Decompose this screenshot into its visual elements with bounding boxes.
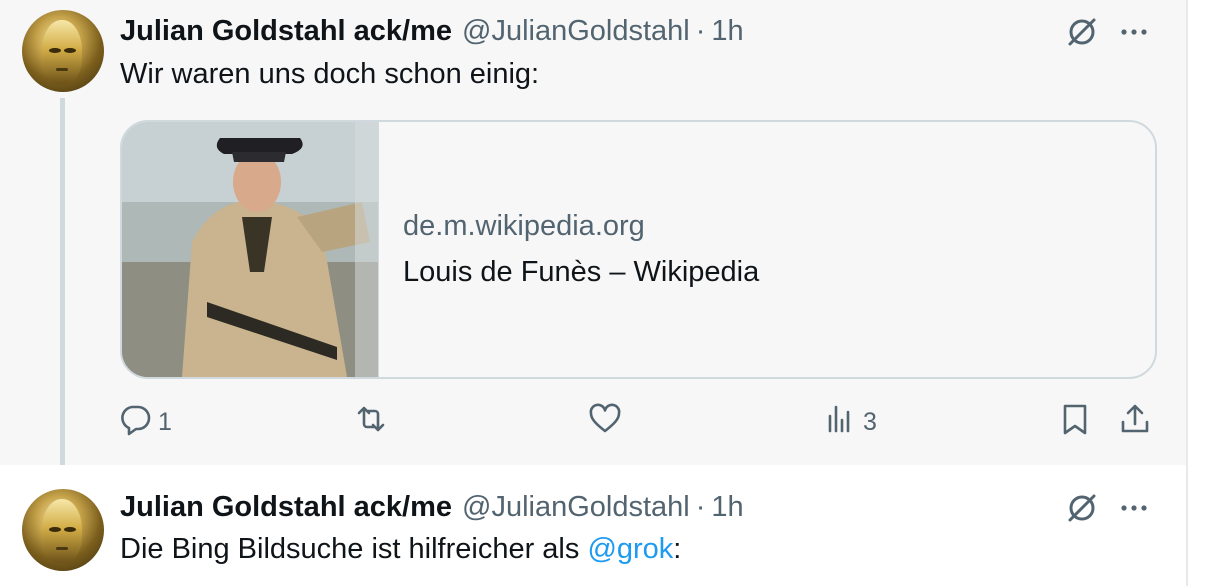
author-handle[interactable]: @JulianGoldstahl (462, 15, 690, 48)
retweet-icon (354, 402, 388, 443)
timeline-border (1186, 0, 1188, 586)
separator-dot: · (695, 490, 706, 523)
tweet-text: Wir waren uns doch schon einig: (120, 58, 540, 90)
like-button[interactable] (588, 402, 628, 442)
like-icon (588, 402, 622, 443)
tweet[interactable]: Julian Goldstahl ack/me @JulianGoldstahl… (0, 465, 1186, 586)
author-handle[interactable]: @JulianGoldstahl (462, 491, 690, 524)
link-card[interactable]: de.m.wikipedia.org Louis de Funès – Wiki… (120, 120, 1157, 379)
grok-icon[interactable] (1064, 490, 1100, 526)
share-button[interactable] (1118, 402, 1152, 442)
reply-button[interactable]: 1 (118, 402, 172, 442)
tweet-time[interactable]: 1h (711, 491, 743, 524)
tweet-time[interactable]: 1h (711, 15, 743, 48)
card-title: Louis de Funès – Wikipedia (403, 256, 760, 288)
tweet-header: Julian Goldstahl ack/me @JulianGoldstahl… (120, 489, 744, 525)
tweet-text-before: Die Bing Bildsuche ist hilfreicher als (120, 533, 588, 565)
more-icon[interactable] (1116, 14, 1152, 50)
tweet-text-after: : (673, 533, 682, 565)
author-name[interactable]: Julian Goldstahl ack/me (120, 15, 452, 48)
bookmark-icon (1058, 402, 1092, 443)
tweet[interactable]: Julian Goldstahl ack/me @JulianGoldstahl… (0, 0, 1186, 478)
views-button[interactable]: 3 (823, 402, 877, 442)
views-count: 3 (863, 407, 877, 436)
avatar[interactable] (22, 489, 104, 571)
tweet-header: Julian Goldstahl ack/me @JulianGoldstahl… (120, 13, 744, 49)
reply-icon (118, 402, 152, 443)
grok-icon[interactable] (1064, 14, 1100, 50)
author-name[interactable]: Julian Goldstahl ack/me (120, 491, 452, 524)
card-domain: de.m.wikipedia.org (403, 210, 645, 242)
separator-dot: · (695, 14, 706, 47)
card-thumbnail (122, 122, 379, 377)
views-icon (823, 402, 857, 443)
share-icon (1118, 402, 1152, 443)
more-icon[interactable] (1116, 490, 1152, 526)
avatar[interactable] (22, 10, 104, 92)
retweet-button[interactable] (354, 402, 394, 442)
mention-link[interactable]: @grok (587, 533, 673, 565)
tweet-text: Die Bing Bildsuche ist hilfreicher als @… (120, 533, 681, 566)
bookmark-button[interactable] (1058, 402, 1092, 442)
reply-count: 1 (158, 407, 172, 436)
tweet-actions: 1 3 (0, 402, 1186, 442)
